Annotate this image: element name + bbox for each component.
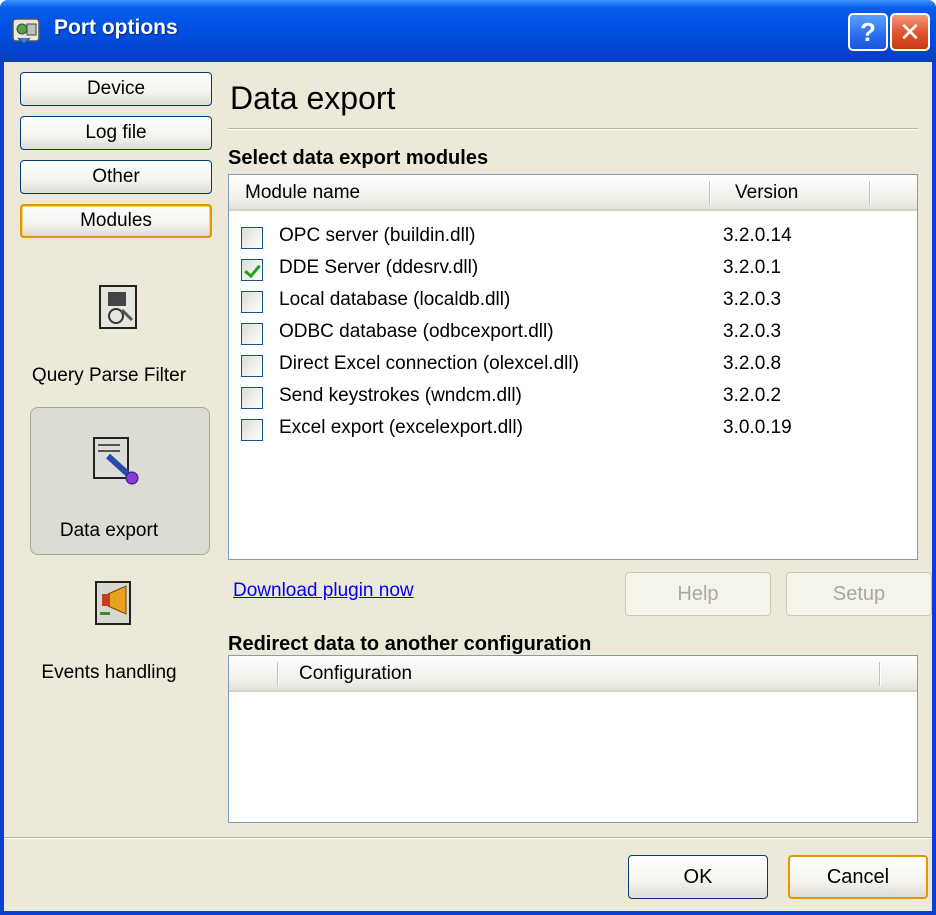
module-name: Local database (localdb.dll)	[279, 289, 511, 310]
module-version: 3.2.0.3	[723, 289, 782, 310]
data-export-icon[interactable]	[90, 434, 142, 486]
column-separator[interactable]	[869, 181, 871, 205]
column-separator[interactable]	[277, 662, 279, 686]
setup-button[interactable]: Setup	[786, 572, 932, 616]
cancel-button[interactable]: Cancel	[788, 855, 928, 899]
tab-log-file[interactable]: Log file	[20, 116, 212, 150]
data-export-label[interactable]: Data export	[4, 520, 214, 542]
configuration-list[interactable]: Configuration	[228, 655, 918, 823]
module-version: 3.2.0.14	[723, 225, 792, 246]
configuration-list-header: Configuration	[229, 656, 917, 692]
events-handling-icon[interactable]	[92, 578, 144, 630]
module-checkbox[interactable]	[241, 291, 263, 313]
module-row[interactable]: Local database (localdb.dll) 3.2.0.3	[241, 287, 901, 317]
module-name: Send keystrokes (wndcm.dll)	[279, 385, 522, 406]
module-checkbox[interactable]	[241, 387, 263, 409]
tab-modules[interactable]: Modules	[20, 204, 212, 238]
module-name: Direct Excel connection (olexcel.dll)	[279, 353, 579, 374]
redirect-heading: Redirect data to another configuration	[228, 633, 592, 655]
module-checkbox[interactable]	[241, 323, 263, 345]
module-name: DDE Server (ddesrv.dll)	[279, 257, 479, 278]
module-name: ODBC database (odbcexport.dll)	[279, 321, 554, 342]
tab-device[interactable]: Device	[20, 72, 212, 106]
module-version: 3.2.0.2	[723, 385, 782, 406]
module-version: 3.0.0.19	[723, 417, 792, 438]
column-module-name[interactable]: Module name	[245, 182, 360, 204]
column-separator[interactable]	[709, 181, 711, 205]
query-parse-filter-icon[interactable]	[94, 282, 146, 334]
module-row[interactable]: Direct Excel connection (olexcel.dll) 3.…	[241, 351, 901, 381]
module-checkbox[interactable]	[241, 259, 263, 281]
column-separator[interactable]	[879, 662, 881, 686]
footer-divider	[4, 837, 932, 839]
ok-button[interactable]: OK	[628, 855, 768, 899]
modules-heading: Select data export modules	[228, 147, 489, 169]
events-handling-label[interactable]: Events handling	[4, 662, 214, 684]
module-row[interactable]: ODBC database (odbcexport.dll) 3.2.0.3	[241, 319, 901, 349]
module-name: OPC server (buildin.dll)	[279, 225, 476, 246]
module-row[interactable]: Send keystrokes (wndcm.dll) 3.2.0.2	[241, 383, 901, 413]
app-icon	[12, 18, 40, 45]
window-title: Port options	[54, 16, 178, 39]
module-checkbox[interactable]	[241, 355, 263, 377]
title-divider	[228, 128, 918, 130]
modules-list[interactable]: Module name Version OPC server (buildin.…	[228, 174, 918, 560]
module-version: 3.2.0.8	[723, 353, 782, 374]
column-version[interactable]: Version	[735, 182, 798, 204]
page-title: Data export	[230, 80, 396, 116]
query-parse-filter-label[interactable]: Query Parse Filter	[4, 365, 214, 387]
tab-other[interactable]: Other	[20, 160, 212, 194]
help-button[interactable]: Help	[625, 572, 771, 616]
download-plugin-link[interactable]: Download plugin now	[233, 580, 414, 602]
module-version: 3.2.0.1	[723, 257, 782, 278]
module-name: Excel export (excelexport.dll)	[279, 417, 523, 438]
module-row[interactable]: DDE Server (ddesrv.dll) 3.2.0.1	[241, 255, 901, 285]
module-row[interactable]: Excel export (excelexport.dll) 3.0.0.19	[241, 415, 901, 445]
module-checkbox[interactable]	[241, 227, 263, 249]
help-title-button[interactable]: ?	[848, 13, 888, 51]
module-version: 3.2.0.3	[723, 321, 782, 342]
module-row[interactable]: OPC server (buildin.dll) 3.2.0.14	[241, 223, 901, 253]
modules-list-header: Module name Version	[229, 175, 917, 211]
dialog-body: Device Log file Other Modules Query Pars…	[4, 62, 932, 911]
title-bar[interactable]: Port options ? ✕	[0, 0, 936, 62]
close-button[interactable]: ✕	[890, 13, 930, 51]
port-options-window: Port options ? ✕ Device Log file Other M…	[0, 0, 936, 915]
module-checkbox[interactable]	[241, 419, 263, 441]
column-configuration[interactable]: Configuration	[299, 663, 412, 685]
